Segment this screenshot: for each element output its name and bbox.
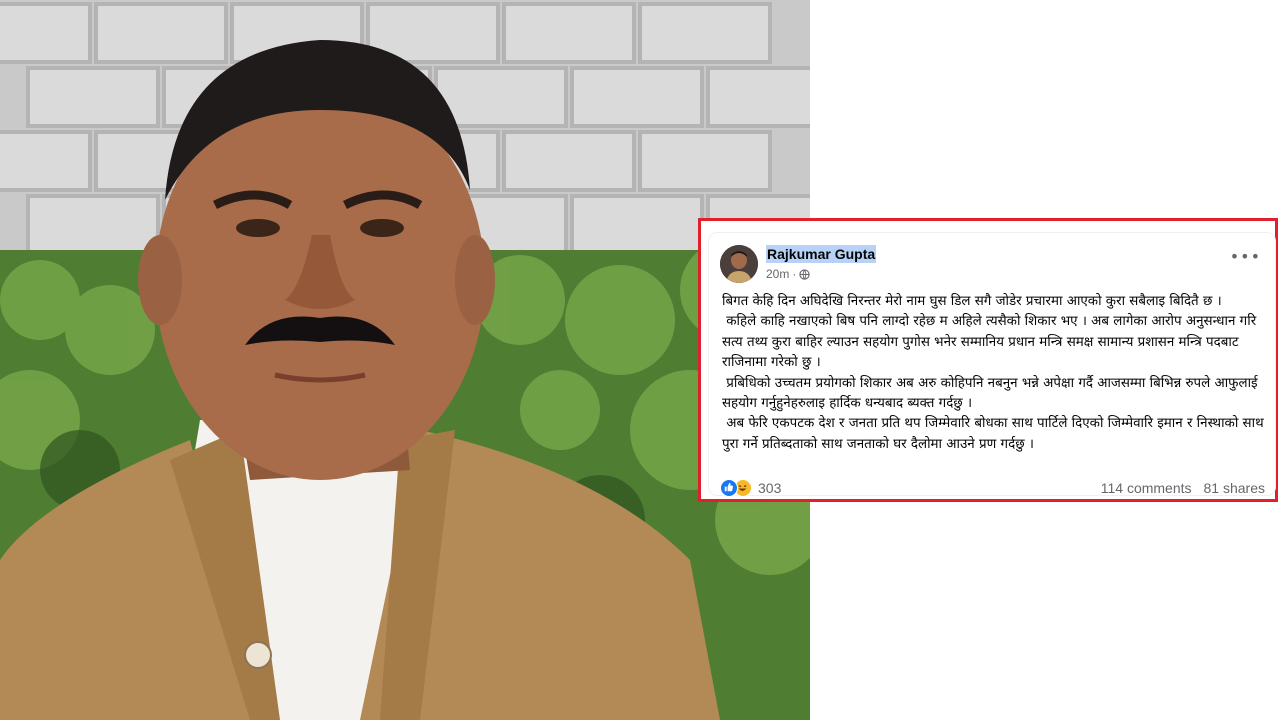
post-body: बिगत केहि दिन अघिदेखि निरन्तर मेरो नाम घ…	[722, 292, 1270, 455]
portrait-image	[0, 0, 810, 720]
facebook-post: Rajkumar Gupta 20m · ••• बिगत केहि दिन अ…	[709, 233, 1275, 497]
author-name-link[interactable]: Rajkumar Gupta	[766, 245, 877, 263]
post-timestamp[interactable]: 20m	[766, 267, 789, 281]
post-paragraph: बिगत केहि दिन अघिदेखि निरन्तर मेरो नाम घ…	[722, 294, 1222, 309]
reactions-summary[interactable]: 303	[720, 479, 781, 497]
comments-count-link[interactable]: 114 comments	[1101, 480, 1192, 496]
post-footer: 303 114 comments 81 shares	[720, 479, 1265, 497]
post-highlight-frame: Rajkumar Gupta 20m · ••• बिगत केहि दिन अ…	[698, 218, 1278, 502]
post-meta: 20m ·	[766, 267, 811, 281]
reaction-count: 303	[758, 480, 782, 496]
globe-icon[interactable]	[799, 268, 811, 280]
avatar-image	[720, 245, 758, 283]
shares-count-link[interactable]: 81 shares	[1204, 480, 1265, 496]
like-icon	[720, 479, 738, 497]
portrait-photo	[0, 0, 810, 720]
author-avatar[interactable]	[720, 245, 758, 283]
post-paragraph: अब फेरि एकपटक देश र जनता प्रति थप जिम्मे…	[722, 416, 1268, 452]
post-paragraph: कहिले काहि नखाएको बिष पनि लाग्दो रहेछ म …	[722, 314, 1261, 371]
meta-separator: ·	[792, 267, 797, 281]
more-options-icon[interactable]: •••	[1230, 249, 1261, 265]
post-paragraph: प्रबिधिको उच्चतम प्रयोगको शिकार अब अरु क…	[722, 375, 1262, 412]
